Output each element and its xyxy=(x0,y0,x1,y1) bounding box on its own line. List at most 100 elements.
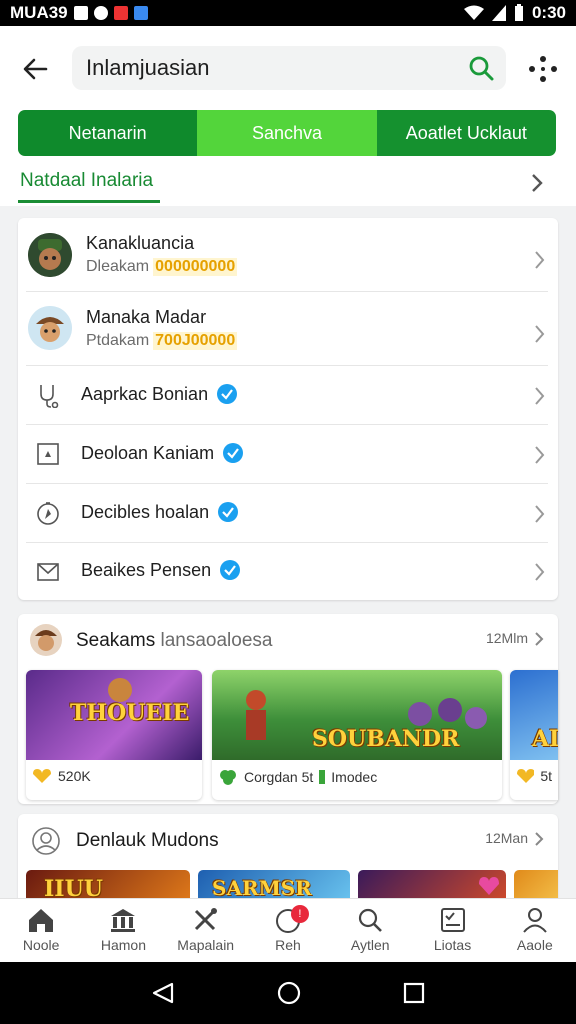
notification-icon xyxy=(93,6,108,20)
menu-item[interactable]: Deoloan Kaniam xyxy=(18,425,558,484)
game-card[interactable]: THOUEIE 520K xyxy=(26,670,202,800)
back-triangle-icon[interactable] xyxy=(150,981,176,1005)
nav-label: Mapalain xyxy=(177,937,235,953)
heart-icon xyxy=(479,877,499,895)
section-title: Seakams lansaoaloesa xyxy=(76,630,272,652)
search-icon xyxy=(359,908,383,932)
profile-row[interactable]: Kanakluancia Dleakam 000000000 xyxy=(18,218,558,292)
nav-item-search[interactable]: Aytlen xyxy=(329,899,411,962)
status-bar: MUA39 0:30 xyxy=(0,0,576,26)
game-meta: 5t xyxy=(510,760,558,792)
profile-sub: Ptdakam 700J00000 xyxy=(86,332,238,350)
menu-item-label: Decibles hoalan xyxy=(81,501,210,522)
heart-icon xyxy=(33,769,51,783)
subtab-active[interactable]: Natdaal Inalaria xyxy=(20,170,153,192)
menu-item-label-wrap: Deoloan Kaniam xyxy=(81,442,244,464)
chevron-right-icon xyxy=(535,563,545,581)
home-circle-icon[interactable] xyxy=(276,980,302,1006)
nav-label: Reh xyxy=(275,937,301,953)
segment-tab[interactable]: Aoatlet Ucklaut xyxy=(376,110,556,156)
bottom-navigation: Noole Hamon Mapalain ! Reh Aytlen Liotas… xyxy=(0,898,576,962)
signal-icon xyxy=(491,5,506,21)
carrier-label: MUA39 xyxy=(10,3,68,22)
section-title-sub: lansaoaloesa xyxy=(160,630,273,651)
home-icon xyxy=(29,909,54,932)
mod-thumbnail-title: SARMSR xyxy=(212,876,312,900)
games-section-card: Seakams lansaoaloesa 12Mlm THOUEIE 520K … xyxy=(18,614,558,804)
heart-icon xyxy=(517,769,535,783)
checklist-icon xyxy=(440,908,465,932)
notification-icon xyxy=(113,6,128,20)
search-input[interactable] xyxy=(86,55,468,81)
nav-label: Aaole xyxy=(516,937,553,953)
chevron-right-icon xyxy=(535,387,545,405)
game-meta-text: 5t xyxy=(540,768,552,784)
menu-item-label-wrap: Aaprkac Bonian xyxy=(81,383,238,405)
game-meta-text: 520K xyxy=(58,768,91,784)
nav-item-list[interactable]: Liotas xyxy=(411,899,493,962)
menu-item-label: Beaikes Pensen xyxy=(81,559,212,580)
nav-item-alerts[interactable]: ! Reh xyxy=(247,899,329,962)
menu-item-label: Aaprkac Bonian xyxy=(81,383,209,404)
frame-icon xyxy=(34,440,62,468)
game-art: SOUBANDR xyxy=(212,670,502,760)
battery-icon xyxy=(514,4,523,21)
arrow-left-icon xyxy=(23,58,48,80)
game-card[interactable]: SOUBANDR Corgdan 5t Imodec xyxy=(212,670,502,800)
tools-icon xyxy=(194,908,217,931)
system-navigation-bar xyxy=(0,962,576,1024)
back-button[interactable] xyxy=(18,52,52,86)
nav-label: Noole xyxy=(22,937,60,953)
segment-tab[interactable]: Netanarin xyxy=(18,110,198,156)
nav-item-bank[interactable]: Hamon xyxy=(82,899,164,962)
game-meta: 520K xyxy=(26,760,202,792)
menu-item-label-wrap: Beaikes Pensen xyxy=(81,559,241,581)
avatar-icon xyxy=(30,624,62,656)
recents-square-icon[interactable] xyxy=(402,981,426,1005)
character-avatar-icon xyxy=(28,306,72,350)
more-options-button[interactable] xyxy=(526,54,560,84)
share-dots-icon xyxy=(529,56,557,82)
chevron-right-icon[interactable] xyxy=(534,831,544,847)
account-list-card: Kanakluancia Dleakam 000000000 Manaka Ma… xyxy=(18,218,558,600)
profile-sub-value: 000000000 xyxy=(153,258,238,276)
menu-item-label-wrap: Decibles hoalan xyxy=(81,501,239,523)
section-title-main: Seakams xyxy=(76,630,156,651)
nav-item-tools[interactable]: Mapalain xyxy=(165,899,247,962)
section-header[interactable]: Denlauk Mudons 12Man xyxy=(18,814,558,864)
verified-badge-icon xyxy=(217,384,238,404)
clover-icon xyxy=(220,770,236,785)
game-card[interactable]: AI 5t xyxy=(510,670,558,800)
clock: 0:30 xyxy=(531,3,566,22)
menu-item[interactable]: Decibles hoalan xyxy=(18,484,558,543)
chevron-right-icon[interactable] xyxy=(534,631,544,647)
search-bar[interactable] xyxy=(72,46,506,90)
nav-item-home[interactable]: Noole xyxy=(0,899,82,962)
section-header[interactable]: Seakams lansaoaloesa 12Mlm xyxy=(18,614,558,664)
notification-icon xyxy=(73,6,88,20)
menu-item[interactable]: Aaprkac Bonian xyxy=(18,366,558,425)
wifi-icon xyxy=(463,5,484,20)
section-more-label[interactable]: 12Man xyxy=(485,830,528,846)
tag-marker xyxy=(319,770,326,784)
game-art: THOUEIE xyxy=(26,670,202,760)
avatar xyxy=(28,233,72,277)
chevron-right-icon xyxy=(535,505,545,523)
mail-icon xyxy=(34,557,62,585)
game-meta: Corgdan 5t Imodec xyxy=(212,760,502,794)
game-art: AI xyxy=(510,670,558,760)
menu-item[interactable]: Beaikes Pensen xyxy=(18,543,558,600)
nav-label: Liotas xyxy=(433,937,472,953)
nav-item-profile[interactable]: Aaole xyxy=(494,899,576,962)
stethoscope-icon xyxy=(34,381,62,409)
profile-row[interactable]: Manaka Madar Ptdakam 700J00000 xyxy=(18,292,558,366)
chevron-right-icon[interactable] xyxy=(530,172,544,194)
profile-sub-label: Dleakam xyxy=(86,258,150,275)
section-more-label[interactable]: 12Mlm xyxy=(486,630,528,646)
segment-tab[interactable]: Sanchva xyxy=(197,110,377,156)
search-icon[interactable] xyxy=(468,55,494,81)
nav-label: Aytlen xyxy=(350,937,390,953)
character-icon xyxy=(108,678,132,702)
character-avatar-icon xyxy=(28,233,72,277)
header: Netanarin Sanchva Aoatlet Ucklaut Natdaa… xyxy=(0,26,576,206)
